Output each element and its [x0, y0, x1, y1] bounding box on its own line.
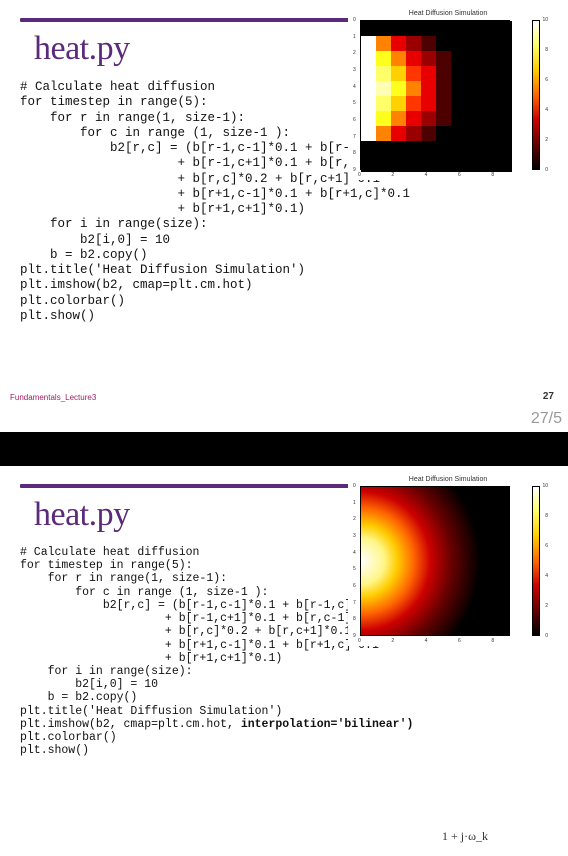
- colorbar: [532, 20, 540, 170]
- page-position: 27/5: [531, 410, 562, 428]
- chart-body-2: [360, 486, 510, 636]
- chart-title: Heat Diffusion Simulation: [348, 10, 548, 17]
- chart-title: Heat Diffusion Simulation: [348, 476, 548, 483]
- slide-gap: [0, 432, 568, 466]
- heatmap-bilinear: [361, 487, 509, 635]
- footer-source: Fundamentals_Lecture3: [10, 393, 96, 402]
- handwritten-annotation: 1 + j·ω_k: [442, 829, 488, 844]
- chart-2: Heat Diffusion Simulation 0246810 012345…: [348, 476, 548, 646]
- slide-2: heat.py # Calculate heat diffusion for t…: [0, 466, 568, 856]
- colorbar-ticks: 0246810: [541, 20, 548, 170]
- slide-1: heat.py # Calculate heat diffusion for t…: [0, 0, 568, 432]
- colorbar: [532, 486, 540, 636]
- colorbar-ticks: 0246810: [541, 486, 548, 636]
- chart-body-1: [360, 20, 510, 170]
- footer-page-number: 27: [543, 391, 554, 402]
- chart-1: Heat Diffusion Simulation 0246810 012345…: [348, 10, 548, 180]
